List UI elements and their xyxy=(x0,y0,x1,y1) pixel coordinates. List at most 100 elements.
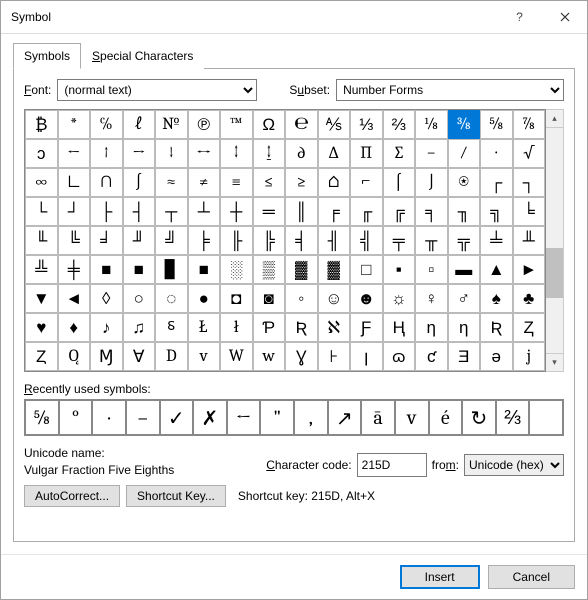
symbol-cell[interactable]: ∂ xyxy=(285,139,318,168)
symbol-cell[interactable]: ↔ xyxy=(188,139,221,168)
symbol-cell[interactable]: Ⱨ xyxy=(383,313,416,342)
symbol-cell[interactable]: ► xyxy=(513,255,546,284)
scroll-up-button[interactable]: ▴ xyxy=(546,110,563,128)
symbol-cell[interactable]: ◊ xyxy=(90,284,123,313)
symbol-cell[interactable]: ║ xyxy=(285,197,318,226)
symbol-cell[interactable]: ⅞ xyxy=(513,110,546,139)
tab-symbols[interactable]: Symbols xyxy=(13,43,81,69)
symbol-cell[interactable]: ⅓ xyxy=(350,110,383,139)
symbol-cell[interactable]: ╕ xyxy=(415,197,448,226)
cancel-button[interactable]: Cancel xyxy=(488,565,575,589)
recent-symbol-cell[interactable]: ← xyxy=(227,400,261,435)
symbol-cell[interactable]: ♀ xyxy=(415,284,448,313)
symbol-cell[interactable]: ♫ xyxy=(123,313,156,342)
symbol-cell[interactable]: ▒ xyxy=(253,255,286,284)
symbol-cell[interactable]: ┐ xyxy=(513,168,546,197)
recent-symbol-cell[interactable]: – xyxy=(126,400,160,435)
symbol-cell[interactable]: ▲ xyxy=(480,255,513,284)
recent-symbol-cell[interactable]: v xyxy=(395,400,429,435)
symbol-cell[interactable]: ╥ xyxy=(415,226,448,255)
symbol-cell[interactable]: ⍟ xyxy=(448,168,481,197)
symbol-cell[interactable]: ▬ xyxy=(448,255,481,284)
recent-symbol-cell[interactable]: ⅝ xyxy=(25,400,59,435)
symbol-cell[interactable]: ◌ xyxy=(155,284,188,313)
symbol-cell[interactable]: ə xyxy=(480,342,513,371)
symbol-cell[interactable]: ⅔ xyxy=(383,110,416,139)
symbol-cell[interactable]: ₿ xyxy=(25,110,58,139)
symbol-cell[interactable]: ▪ xyxy=(383,255,416,284)
symbol-cell[interactable]: ↨ xyxy=(253,139,286,168)
symbol-cell[interactable]: Ω xyxy=(253,110,286,139)
symbol-cell[interactable]: ╚ xyxy=(58,226,91,255)
symbol-cell[interactable]: ╠ xyxy=(253,226,286,255)
symbol-cell[interactable]: Ɱ xyxy=(90,342,123,371)
symbol-cell[interactable]: ™ xyxy=(220,110,253,139)
symbol-cell[interactable]: ╔ xyxy=(383,197,416,226)
symbol-cell[interactable]: D xyxy=(155,342,188,371)
symbol-cell[interactable]: ♥ xyxy=(25,313,58,342)
symbol-cell[interactable]: ↑ xyxy=(90,139,123,168)
symbol-cell[interactable]: ℓ xyxy=(123,110,156,139)
symbol-cell[interactable]: Ʀ xyxy=(480,313,513,342)
symbol-cell[interactable]: ♠ xyxy=(480,284,513,313)
symbol-cell[interactable]: ┘ xyxy=(58,197,91,226)
symbol-cell[interactable]: ∏ xyxy=(350,139,383,168)
symbol-cell[interactable]: ╦ xyxy=(448,226,481,255)
symbol-cell[interactable]: ┼ xyxy=(220,197,253,226)
symbol-cell[interactable]: ┌ xyxy=(480,168,513,197)
symbol-cell[interactable]: ⅝ xyxy=(480,110,513,139)
symbol-cell[interactable]: ╝ xyxy=(155,226,188,255)
symbol-cell[interactable]: ╜ xyxy=(123,226,156,255)
symbol-cell[interactable]: ♣ xyxy=(513,284,546,313)
symbol-cell[interactable]: ┤ xyxy=(123,197,156,226)
symbol-cell[interactable]: Ƥ xyxy=(253,313,286,342)
symbol-cell[interactable]: ↓ xyxy=(155,139,188,168)
symbol-cell[interactable]: Ǝ xyxy=(448,342,481,371)
symbol-cell[interactable]: ╢ xyxy=(318,226,351,255)
symbol-cell[interactable]: ≈ xyxy=(155,168,188,197)
symbol-cell[interactable]: ╧ xyxy=(480,226,513,255)
symbol-cell[interactable]: Ǫ xyxy=(58,342,91,371)
symbol-cell[interactable]: ≤ xyxy=(253,168,286,197)
symbol-cell[interactable]: ℅ xyxy=(90,110,123,139)
symbol-cell[interactable]: ℮ xyxy=(285,110,318,139)
symbol-cell[interactable]: ♂ xyxy=(448,284,481,313)
symbol-cell[interactable]: ∟ xyxy=(58,168,91,197)
symbol-cell[interactable]: ɷ xyxy=(383,342,416,371)
symbol-cell[interactable]: ∆ xyxy=(318,139,351,168)
symbol-cell[interactable]: ⌡ xyxy=(415,168,448,197)
symbol-cell[interactable]: ╨ xyxy=(513,226,546,255)
symbol-cell[interactable]: ■ xyxy=(188,255,221,284)
symbol-cell[interactable]: ▊ xyxy=(155,255,188,284)
symbol-cell[interactable]: ↕ xyxy=(220,139,253,168)
symbol-cell[interactable]: * xyxy=(58,110,91,139)
symbol-cell[interactable]: Ʀ xyxy=(285,313,318,342)
recent-symbol-cell[interactable]: ⅔ xyxy=(496,400,530,435)
symbol-cell[interactable]: ƈ xyxy=(415,342,448,371)
symbol-cell[interactable]: ↄ xyxy=(25,139,58,168)
symbol-cell[interactable]: ⌐ xyxy=(350,168,383,197)
symbol-cell[interactable]: ♪ xyxy=(90,313,123,342)
symbol-cell[interactable]: v xyxy=(188,342,221,371)
recent-symbol-cell[interactable]: ā xyxy=(361,400,395,435)
symbol-cell[interactable]: ○ xyxy=(123,284,156,313)
symbol-cell[interactable]: ☼ xyxy=(383,284,416,313)
symbol-cell[interactable]: ℗ xyxy=(188,110,221,139)
from-select[interactable]: Unicode (hex) xyxy=(464,454,564,476)
symbol-cell[interactable]: ├ xyxy=(90,197,123,226)
symbol-cell[interactable]: ℵ xyxy=(318,313,351,342)
symbol-cell[interactable]: ▫ xyxy=(415,255,448,284)
recent-symbol-cell[interactable]: é xyxy=(429,400,463,435)
symbol-cell[interactable]: ƞ xyxy=(448,313,481,342)
grid-scrollbar[interactable]: ▴ ▾ xyxy=(546,109,564,372)
symbol-cell[interactable]: ⌠ xyxy=(383,168,416,197)
symbol-cell[interactable]: w xyxy=(253,342,286,371)
symbol-cell[interactable]: Ł xyxy=(188,313,221,342)
character-code-input[interactable] xyxy=(357,453,427,477)
symbol-cell[interactable]: ♦ xyxy=(58,313,91,342)
symbol-cell[interactable]: ∙ xyxy=(480,139,513,168)
symbol-cell[interactable]: ⊦ xyxy=(318,342,351,371)
symbol-cell[interactable]: ≥ xyxy=(285,168,318,197)
symbol-cell[interactable]: ■ xyxy=(123,255,156,284)
symbol-cell[interactable]: ≠ xyxy=(188,168,221,197)
